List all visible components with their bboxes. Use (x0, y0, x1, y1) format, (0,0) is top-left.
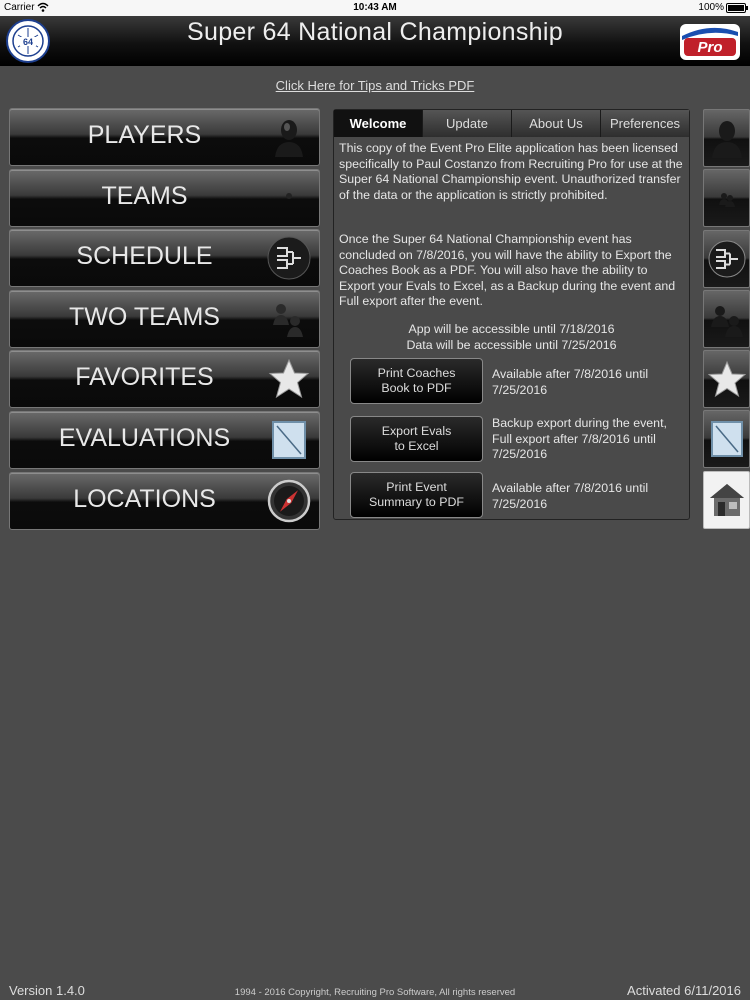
menu-schedule-button[interactable]: SCHEDULE (9, 229, 320, 288)
player-silhouette-icon (275, 120, 303, 157)
bracket-icon (267, 236, 311, 280)
sidebar-item-two-teams[interactable] (703, 289, 750, 348)
license-text: This copy of the Event Pro Elite applica… (339, 141, 683, 202)
menu-label: SCHEDULE (76, 242, 213, 271)
bracket-icon (708, 240, 746, 278)
two-teams-icon (273, 303, 303, 337)
tab-update[interactable]: Update (422, 110, 511, 137)
menu-locations-button[interactable]: LOCATIONS (9, 471, 320, 530)
menu-players-button[interactable]: PLAYERS (9, 108, 320, 166)
menu-two-teams-button[interactable]: TWO TEAMS (9, 289, 320, 348)
export-evals-desc: Backup export during the event, Full exp… (492, 416, 667, 462)
recruiting-pro-logo-icon[interactable]: Pro (678, 22, 742, 62)
access-info: App will be accessible until 7/18/2016 D… (334, 321, 689, 353)
menu-teams-button[interactable]: TEAMS (9, 168, 320, 227)
star-icon (268, 359, 310, 399)
status-bar: Carrier 10:43 AM 100% (0, 0, 750, 16)
tab-bar: Welcome Update About Us Preferences (334, 110, 689, 137)
print-event-summary-desc: Available after 7/8/2016 until 7/25/2016 (492, 481, 649, 511)
battery-percent: 100% (698, 2, 724, 13)
star-icon (708, 360, 746, 398)
player-icon (712, 121, 742, 158)
sidebar-item-home[interactable] (703, 470, 750, 529)
menu-label: TWO TEAMS (69, 302, 220, 331)
print-coaches-book-button[interactable]: Print Coaches Book to PDF (350, 358, 483, 404)
print-coaches-book-desc: Available after 7/8/2016 until 7/25/2016 (492, 367, 649, 397)
menu-evaluations-button[interactable]: EVALUATIONS (9, 410, 320, 469)
page-title: Super 64 National Championship (187, 18, 563, 46)
export-evals-button[interactable]: Export Evals to Excel (350, 416, 483, 462)
menu-label: FAVORITES (75, 363, 214, 392)
app-access-text: App will be accessible until 7/18/2016 (408, 322, 615, 336)
menu-label: EVALUATIONS (58, 423, 231, 452)
clock: 10:43 AM (353, 2, 397, 13)
team-icon (286, 192, 292, 199)
print-event-summary-button[interactable]: Print Event Summary to PDF (350, 472, 483, 518)
tab-welcome[interactable]: Welcome (334, 110, 422, 137)
button-label-line1: Print Event (386, 479, 447, 494)
button-label-line2: Summary to PDF (368, 495, 464, 509)
tips-pdf-link[interactable]: Click Here for Tips and Tricks PDF (0, 78, 750, 93)
menu-label: LOCATIONS (73, 484, 216, 513)
home-icon (710, 483, 744, 516)
tab-preferences[interactable]: Preferences (600, 110, 689, 137)
main-menu: PLAYERS TEAMS SCHEDULE TWO TEAMS FAVORIT… (9, 108, 320, 532)
button-label-line1: Export Evals (381, 423, 452, 438)
activated-label: Activated 6/11/2016 (627, 983, 741, 998)
logo-pro-text: Pro (697, 39, 722, 56)
export-info-text: Once the Super 64 National Championship … (339, 232, 676, 309)
button-label-line2: to Excel (394, 439, 439, 453)
sidebar-nav (703, 109, 750, 531)
sidebar-item-schedule[interactable] (703, 229, 750, 288)
compass-icon (267, 479, 311, 522)
button-label-line1: Print Coaches (377, 365, 456, 380)
button-label-line2: Book to PDF (381, 381, 452, 395)
sidebar-item-evaluations[interactable] (703, 410, 750, 469)
menu-favorites-button[interactable]: FAVORITES (9, 350, 320, 409)
sidebar-item-teams[interactable] (703, 169, 750, 228)
welcome-panel: Welcome Update About Us Preferences This… (333, 109, 690, 520)
battery-icon (726, 3, 748, 13)
app-header: 64 Super 64 National Championship Pro (0, 16, 750, 66)
data-access-text: Data will be accessible until 7/25/2016 (406, 338, 617, 352)
menu-label: PLAYERS (87, 121, 202, 149)
menu-label: TEAMS (101, 181, 188, 210)
team-icon (719, 193, 735, 208)
tab-about-us[interactable]: About Us (511, 110, 600, 137)
notebook-icon (711, 421, 743, 458)
sidebar-item-players[interactable] (703, 109, 750, 167)
sidebar-item-favorites[interactable] (703, 350, 750, 409)
notebook-icon (272, 420, 306, 459)
two-teams-icon (711, 305, 743, 337)
